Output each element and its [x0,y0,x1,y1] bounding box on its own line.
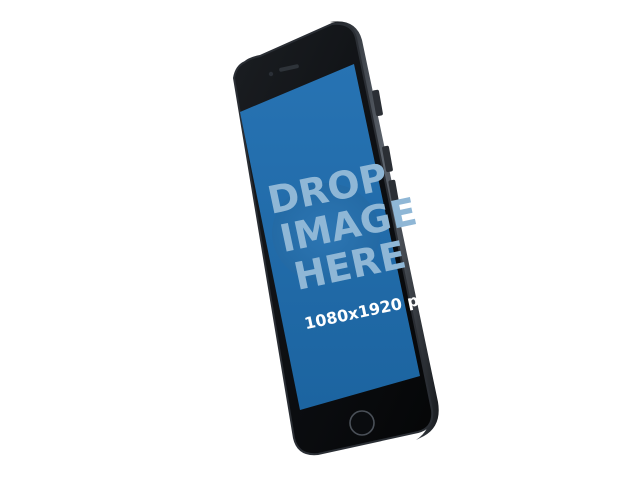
front-camera-icon [268,71,274,77]
home-button-icon[interactable] [349,410,375,436]
mockup-stage: DROP IMAGE HERE 1080x1920 px [0,0,640,480]
iphone-mockup: DROP IMAGE HERE 1080x1920 px [232,21,439,456]
